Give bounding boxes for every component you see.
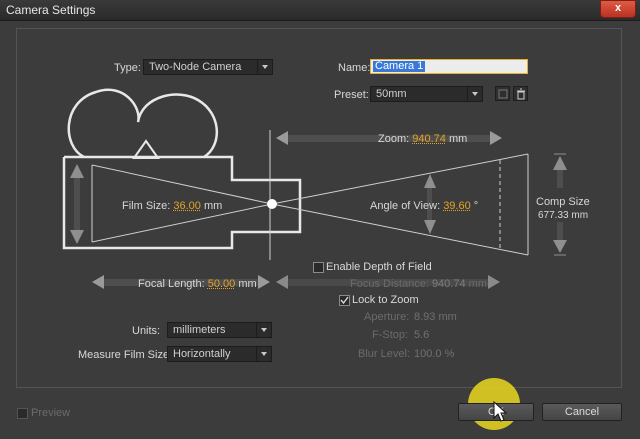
comp-size-label: Comp Size [536,196,590,208]
preview-checkbox[interactable] [17,408,28,419]
focal-length-field: Focal Length: 50.00 mm [138,278,257,290]
save-preset-button[interactable] [495,86,510,101]
camera-node-point [267,199,277,209]
camera-settings-dialog: Camera Settings x Type: Two-Node Camera … [0,0,640,439]
aperture-unit: mm [438,311,457,323]
preview-label: Preview [31,407,71,419]
units-dropdown[interactable]: millimeters [167,322,272,338]
name-label: Name: [338,62,371,74]
focal-length-value[interactable]: 50.00 [208,278,236,290]
focal-length-label: Focal Length: [138,278,205,290]
type-label: Type: [114,62,141,74]
zoom-label: Zoom: [378,133,410,145]
lock-to-zoom-label: Lock to Zoom [352,294,419,306]
zoom-unit: mm [448,133,468,145]
name-value: Camera 1 [373,60,426,72]
measure-film-size-dropdown[interactable]: Horizontally [167,346,272,362]
angle-of-view-value[interactable]: 39.60 [443,200,471,212]
checkmark-icon [340,296,349,305]
aperture-label: Aperture: [364,311,410,323]
angle-of-view-label: Angle of View: [370,200,441,212]
cancel-button[interactable]: Cancel [542,403,622,421]
film-size-arrow [70,164,84,244]
f-stop-value: 5.6 [414,329,430,341]
film-size-field: Film Size: 36.00 mm [122,200,222,212]
zoom-value[interactable]: 940.74 [412,133,446,145]
focus-distance-value: 940.74 [431,278,466,290]
film-size-value[interactable]: 36.00 [173,200,201,212]
depth-of-field-checkbox[interactable] [313,262,324,273]
units-value: millimeters [173,324,226,336]
preset-dropdown[interactable]: 50mm [370,86,483,102]
camera-icon [62,88,302,250]
type-value: Two-Node Camera [149,61,242,73]
angle-of-view-unit: ° [473,200,479,212]
zoom-field: Zoom: 940.74 mm [378,133,467,145]
lock-to-zoom-checkbox[interactable] [339,295,350,306]
type-dropdown[interactable]: Two-Node Camera [143,59,273,75]
depth-of-field-label: Enable Depth of Field [326,261,432,273]
chevron-down-icon [256,323,271,337]
preset-value: 50mm [376,88,407,100]
trash-icon [517,88,525,100]
preset-label: Preset: [334,89,369,101]
aperture-value-group: 8.93 mm [414,311,457,323]
focus-distance-label: Focus Distance: [350,278,429,290]
measure-film-size-label: Measure Film Size: [78,349,173,361]
aperture-value: 8.93 [414,311,436,323]
delete-preset-button[interactable] [513,86,528,101]
blur-level-value-group: 100.0 % [414,348,454,360]
focus-distance-unit: mm [468,278,487,290]
blur-level-unit: % [444,348,455,360]
blur-level-value: 100.0 [414,348,442,360]
f-stop-label: F-Stop: [372,329,409,341]
angle-of-view-field: Angle of View: 39.60 ° [370,200,478,212]
comp-size-value: 677.33 mm [538,210,589,221]
film-size-unit: mm [203,200,223,212]
focal-length-unit: mm [238,278,257,290]
name-input[interactable]: Camera 1 [370,59,528,74]
chevron-down-icon [467,87,482,101]
film-size-label: Film Size: [122,200,171,212]
ok-button[interactable]: OK [458,403,534,421]
focus-distance-field: Focus Distance: 940.74 mm [350,278,487,290]
units-label: Units: [132,325,161,337]
chevron-down-icon [257,60,272,74]
blur-level-label: Blur Level: [358,348,410,360]
save-preset-icon [498,89,508,99]
chevron-down-icon [256,347,271,361]
measure-film-size-value: Horizontally [173,348,231,360]
